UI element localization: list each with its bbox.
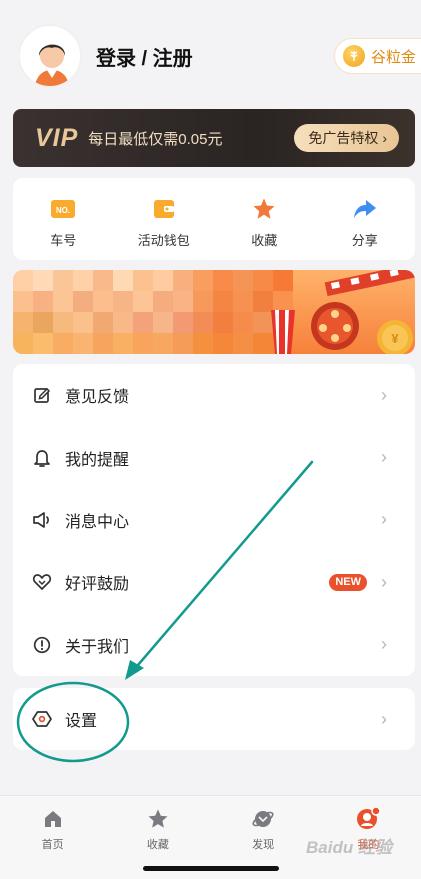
menu-item-reminders[interactable]: 我的提醒 › [13, 426, 415, 488]
quick-actions: NO. 车号 活动钱包 收藏 分享 [13, 178, 415, 260]
vip-price-text: 每日最低仅需0.05元 [88, 130, 223, 148]
baidu-watermark: Baidu 经验 [306, 838, 392, 857]
quick-item-ticket[interactable]: NO. 车号 [13, 178, 114, 260]
wheat-coin-icon [343, 45, 365, 67]
menu-item-label: 我的提醒 [65, 451, 130, 469]
speaker-icon [31, 509, 53, 531]
pixelated-banner-content [13, 270, 293, 354]
settings-icon [31, 708, 53, 730]
menu-item-feedback[interactable]: 意见反馈 › [13, 364, 415, 426]
feedback-icon [31, 384, 53, 406]
login-register-link[interactable]: 登录 / 注册 [96, 42, 193, 71]
planet-icon [250, 806, 276, 832]
quick-item-favorites[interactable]: 收藏 [214, 178, 315, 260]
quick-item-label: 分享 [351, 233, 378, 248]
ad-free-button[interactable]: 免广告特权 › [294, 124, 399, 152]
quick-item-wallet[interactable]: 活动钱包 [114, 178, 215, 260]
profile-header: 登录 / 注册 谷粒金 [0, 0, 421, 105]
vip-logo: VIP [35, 123, 79, 152]
chevron-right-icon: › [381, 634, 387, 655]
star-icon [145, 806, 171, 832]
info-icon [31, 634, 53, 656]
home-indicator [143, 866, 279, 871]
menu-list: 意见反馈 › 我的提醒 › 消息中心 › 好评鼓励 NEW › 关于我们 › [13, 364, 415, 676]
chevron-right-icon: › [381, 447, 387, 468]
gold-coin-button[interactable]: 谷粒金 [334, 38, 421, 74]
chevron-right-icon: › [381, 571, 387, 592]
tab-label: 首页 [41, 839, 64, 851]
menu-item-about[interactable]: 关于我们 › [13, 614, 415, 676]
ticket-no-icon: NO. [50, 196, 76, 222]
ad-free-button-label: 免广告特权 [308, 130, 379, 146]
quick-item-label: 收藏 [251, 233, 278, 248]
vip-banner[interactable]: VIP 每日最低仅需0.05元 免广告特权 › [13, 109, 415, 167]
star-icon [251, 196, 277, 222]
heart-icon [31, 571, 53, 593]
film-decoration: ¥ [271, 270, 415, 354]
chevron-right-icon: › [381, 384, 387, 405]
menu-item-rate-us[interactable]: 好评鼓励 NEW › [13, 551, 415, 613]
chevron-right-icon: › [381, 708, 387, 729]
avatar[interactable] [18, 24, 82, 88]
settings-label: 设置 [65, 713, 98, 730]
menu-item-label: 关于我们 [65, 638, 130, 656]
menu-item-label: 意见反馈 [65, 389, 130, 407]
gold-coin-label: 谷粒金 [371, 48, 417, 66]
menu-item-label: 好评鼓励 [65, 576, 130, 594]
menu-item-messages[interactable]: 消息中心 › [13, 489, 415, 551]
tab-label: 发现 [252, 839, 275, 851]
new-badge: NEW [329, 573, 367, 591]
quick-item-label: 活动钱包 [137, 233, 190, 248]
wallet-icon [151, 196, 177, 222]
bell-icon [31, 447, 53, 469]
svg-text:¥: ¥ [391, 331, 399, 346]
tab-home[interactable]: 首页 [0, 796, 105, 879]
chevron-right-icon: › [382, 130, 387, 146]
quick-item-label: 车号 [50, 233, 77, 248]
profile-icon [355, 806, 382, 832]
menu-item-label: 消息中心 [65, 513, 130, 531]
home-icon [40, 806, 66, 832]
quick-item-share[interactable]: 分享 [315, 178, 416, 260]
svg-text:NO.: NO. [56, 206, 70, 215]
promo-banner[interactable]: ¥ [13, 270, 415, 354]
menu-item-settings[interactable]: 设置 › [13, 688, 415, 750]
tab-label: 收藏 [146, 839, 169, 851]
share-icon [352, 196, 378, 222]
chevron-right-icon: › [381, 509, 387, 530]
